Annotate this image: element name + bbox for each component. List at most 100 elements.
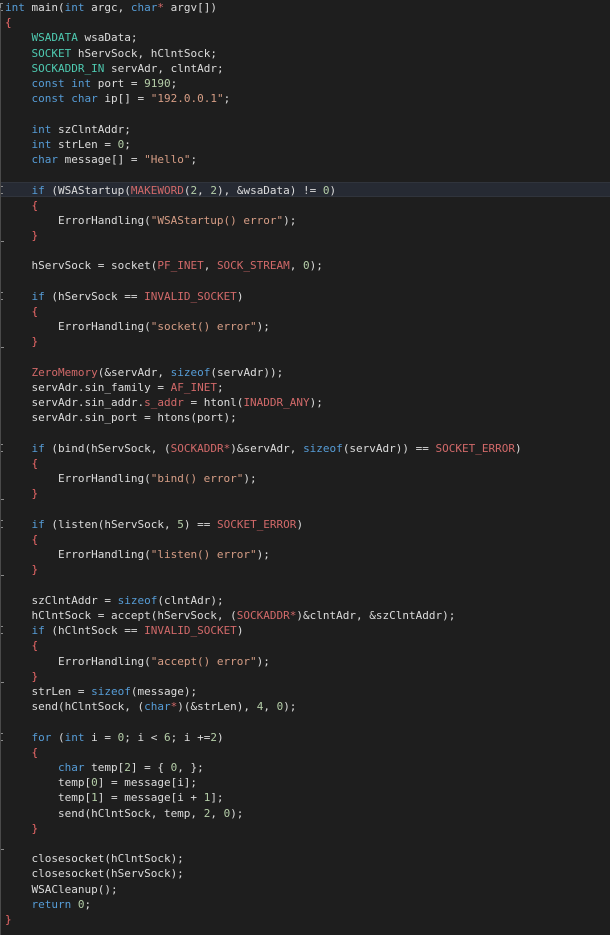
code-token: ErrorHandling( xyxy=(5,320,151,334)
code-text: } xyxy=(5,486,39,501)
code-text: return 0; xyxy=(5,897,92,912)
code-line[interactable]: if (hClntSock == INVALID_SOCKET) xyxy=(0,623,610,638)
code-line[interactable]: { xyxy=(0,198,610,213)
code-line[interactable]: } xyxy=(0,228,610,243)
code-line[interactable]: servAdr.sin_family = AF_INET; xyxy=(0,380,610,395)
code-line[interactable]: WSACleanup(); xyxy=(0,882,610,897)
code-line[interactable]: char temp[2] = { 0, }; xyxy=(0,760,610,775)
code-line[interactable]: char message[] = "Hello"; xyxy=(0,152,610,167)
code-token: * xyxy=(157,1,164,14)
code-line[interactable]: if (bind(hServSock, (SOCKADDR*)&servAdr,… xyxy=(0,441,610,456)
code-line[interactable]: temp[1] = message[i + 1]; xyxy=(0,790,610,805)
code-line[interactable]: temp[0] = message[i]; xyxy=(0,775,610,790)
code-line[interactable]: } xyxy=(0,486,610,501)
code-line[interactable] xyxy=(0,274,610,289)
code-token: argv[]) xyxy=(163,1,217,14)
code-line[interactable]: hClntSock = accept(hServSock, (SOCKADDR*… xyxy=(0,608,610,623)
code-token: ] = message[i]; xyxy=(97,776,198,790)
code-token: closesocket(hClntSock); xyxy=(5,852,184,866)
code-line[interactable]: { xyxy=(0,456,610,471)
code-token: sizeof xyxy=(303,441,343,455)
code-line[interactable]: return 0; xyxy=(0,897,610,912)
code-line[interactable]: servAdr.sin_port = htons(port); xyxy=(0,410,610,425)
code-token: INADDR_ANY xyxy=(243,396,310,410)
code-line[interactable]: int strLen = 0; xyxy=(0,137,610,152)
code-token: (hClntSock == xyxy=(44,624,145,638)
code-line[interactable]: if (WSAStartup(MAKEWORD(2, 2), &wsaData)… xyxy=(0,182,610,198)
code-line[interactable]: SOCKET hServSock, hClntSock; xyxy=(0,46,610,61)
code-token: ErrorHandling( xyxy=(5,548,151,562)
code-token: ) xyxy=(217,730,224,744)
code-token: strLen = xyxy=(5,685,92,698)
code-token: if xyxy=(31,289,45,303)
code-line[interactable]: ErrorHandling("WSAStartup() error"); xyxy=(0,213,610,228)
code-editor[interactable]: int main(int argc, char* argv[]){ WSADAT… xyxy=(0,0,610,935)
code-token: 0 xyxy=(91,776,98,790)
code-line[interactable]: { xyxy=(0,638,610,653)
code-line[interactable] xyxy=(0,578,610,593)
code-token: SOCKADDR_IN xyxy=(31,61,105,75)
code-text: ZeroMemory(&servAdr, sizeof(servAdr)); xyxy=(5,365,284,380)
code-line[interactable]: const int port = 9190; xyxy=(0,76,610,91)
code-line[interactable]: strLen = sizeof(message); xyxy=(0,684,610,699)
code-line[interactable] xyxy=(0,350,610,365)
code-line[interactable]: } xyxy=(0,334,610,349)
code-token: ); xyxy=(283,213,297,227)
code-line[interactable]: { xyxy=(0,745,610,760)
code-token: port = xyxy=(91,77,145,90)
code-line[interactable] xyxy=(0,106,610,121)
code-line[interactable] xyxy=(0,502,610,517)
code-line[interactable]: closesocket(hClntSock); xyxy=(0,851,610,866)
code-text: if (listen(hServSock, 5) == SOCKET_ERROR… xyxy=(5,517,304,532)
code-line[interactable] xyxy=(0,167,610,182)
code-token: szClntAddr = xyxy=(5,593,118,607)
code-line[interactable] xyxy=(0,714,610,729)
code-line[interactable]: if (hServSock == INVALID_SOCKET) xyxy=(0,289,610,304)
code-line[interactable]: const char ip[] = "192.0.0.1"; xyxy=(0,91,610,106)
code-line[interactable]: { xyxy=(0,304,610,319)
code-line[interactable]: hServSock = socket(PF_INET, SOCK_STREAM,… xyxy=(0,258,610,273)
code-text: char temp[2] = { 0, }; xyxy=(5,760,204,775)
code-line[interactable]: send(hClntSock, (char*)(&strLen), 4, 0); xyxy=(0,699,610,714)
code-line[interactable]: WSADATA wsaData; xyxy=(0,30,610,45)
code-token: (bind(hServSock, ( xyxy=(44,441,171,455)
code-token: ) == xyxy=(183,517,217,531)
code-line[interactable]: int szClntAddr; xyxy=(0,122,610,137)
code-text: { xyxy=(5,456,39,471)
code-text: int main(int argc, char* argv[]) xyxy=(5,0,217,15)
code-line[interactable]: szClntAddr = sizeof(clntAdr); xyxy=(0,593,610,608)
code-line[interactable]: } xyxy=(0,821,610,836)
code-token: } xyxy=(5,913,12,926)
code-token: } xyxy=(31,563,39,577)
code-token: ); xyxy=(309,259,323,273)
code-line[interactable] xyxy=(0,243,610,258)
code-token: 0 xyxy=(77,897,85,911)
code-token: SOCKET_ERROR xyxy=(216,517,297,531)
code-line[interactable]: ErrorHandling("socket() error"); xyxy=(0,319,610,334)
code-line[interactable] xyxy=(0,836,610,851)
code-line[interactable]: { xyxy=(0,15,610,30)
code-line[interactable]: int main(int argc, char* argv[]) xyxy=(0,0,610,15)
code-line[interactable]: } xyxy=(0,669,610,684)
code-line[interactable]: { xyxy=(0,532,610,547)
code-line[interactable]: if (listen(hServSock, 5) == SOCKET_ERROR… xyxy=(0,517,610,532)
code-token: )&clntAdr, &szClntAddr); xyxy=(296,609,456,622)
code-line[interactable]: SOCKADDR_IN servAdr, clntAdr; xyxy=(0,61,610,76)
code-token: "WSAStartup() error" xyxy=(150,213,284,227)
code-line[interactable]: ErrorHandling("bind() error"); xyxy=(0,471,610,486)
code-line[interactable]: servAdr.sin_addr.s_addr = htonl(INADDR_A… xyxy=(0,395,610,410)
code-line[interactable]: ZeroMemory(&servAdr, sizeof(servAdr)); xyxy=(0,365,610,380)
code-line[interactable]: ErrorHandling("accept() error"); xyxy=(0,654,610,669)
code-token: SOCKET_ERROR xyxy=(435,441,516,455)
code-text: servAdr.sin_family = AF_INET; xyxy=(5,380,223,395)
code-line[interactable]: } xyxy=(0,562,610,577)
code-line[interactable]: ErrorHandling("listen() error"); xyxy=(0,547,610,562)
code-line[interactable]: send(hClntSock, temp, 2, 0); xyxy=(0,806,610,821)
code-line[interactable] xyxy=(0,426,610,441)
code-token: )&servAdr, xyxy=(230,441,304,455)
code-line[interactable]: closesocket(hServSock); xyxy=(0,866,610,881)
code-line[interactable]: for (int i = 0; i < 6; i +=2) xyxy=(0,730,610,745)
code-token: SOCKADDR* xyxy=(170,441,231,455)
code-token: servAdr.sin_addr. xyxy=(5,396,145,410)
